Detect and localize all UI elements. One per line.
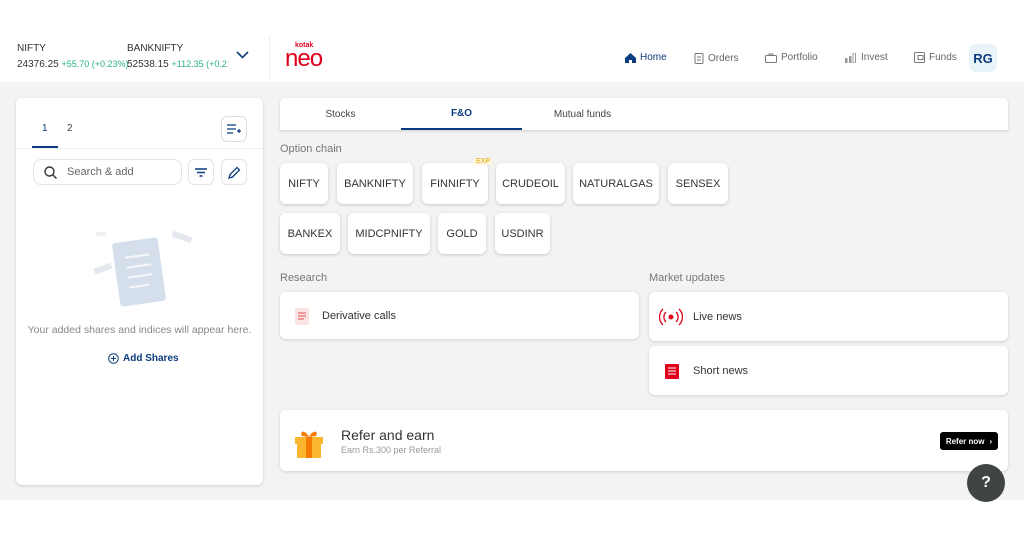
watchlist-tab-2[interactable]: 2 bbox=[67, 123, 73, 134]
index-value: 24376.25 bbox=[17, 59, 59, 70]
live-news-label: Live news bbox=[693, 310, 742, 323]
nav-label: Invest bbox=[861, 52, 888, 63]
list-add-icon bbox=[227, 124, 241, 134]
refer-earn-card: Refer and earn Earn Rs.300 per Referral … bbox=[280, 410, 1008, 471]
index-banknifty[interactable]: BANKNIFTY 52538.15 +112.35 (+0.21% bbox=[127, 43, 228, 70]
tab-stocks[interactable]: Stocks bbox=[280, 98, 401, 130]
search-input[interactable]: Search & add bbox=[33, 159, 182, 185]
wallet-icon bbox=[914, 52, 925, 63]
nav-label: Home bbox=[640, 52, 667, 63]
empty-watchlist-illustration bbox=[93, 230, 193, 307]
chip-nifty[interactable]: NIFTY bbox=[280, 163, 328, 204]
chevron-right-icon: › bbox=[989, 436, 993, 446]
chip-sensex[interactable]: SENSEX bbox=[668, 163, 728, 204]
bars-icon bbox=[845, 52, 856, 63]
index-name: BANKNIFTY bbox=[127, 43, 184, 54]
top-header: NIFTY 24376.25 +55.70 (+0.23%) BANKNIFTY… bbox=[0, 0, 1024, 82]
chevron-down-icon[interactable] bbox=[236, 48, 249, 62]
index-change: +55.70 (+0.23%) bbox=[61, 59, 129, 69]
divider bbox=[269, 36, 270, 80]
logo-name: neo bbox=[285, 45, 323, 72]
search-icon bbox=[44, 165, 57, 179]
refer-now-label: Refer now bbox=[945, 436, 985, 446]
refer-subtitle: Earn Rs.300 per Referral bbox=[341, 445, 442, 455]
chip-finnifty[interactable]: FINNIFTY bbox=[422, 163, 488, 204]
short-news-card[interactable]: Short news bbox=[649, 346, 1008, 395]
chip-gold[interactable]: GOLD bbox=[438, 213, 486, 254]
filter-icon bbox=[195, 167, 207, 177]
gift-icon bbox=[295, 431, 323, 458]
expiry-badge: EXP bbox=[474, 158, 493, 165]
nav-invest[interactable]: Invest bbox=[845, 52, 888, 63]
index-value: 52538.15 bbox=[127, 59, 169, 70]
chip-bankex[interactable]: BANKEX bbox=[280, 213, 340, 254]
clipboard-icon bbox=[694, 53, 704, 64]
watchlist-tab-1[interactable]: 1 bbox=[42, 123, 48, 134]
chip-banknifty[interactable]: BANKNIFTY bbox=[337, 163, 413, 204]
tab-mutual-funds[interactable]: Mutual funds bbox=[522, 98, 643, 130]
add-watchlist-button[interactable] bbox=[221, 116, 247, 142]
live-news-card[interactable]: Live news bbox=[649, 292, 1008, 341]
derivative-calls-card[interactable]: Derivative calls bbox=[280, 292, 639, 339]
option-chain-heading: Option chain bbox=[280, 143, 342, 155]
refer-title: Refer and earn bbox=[341, 427, 435, 443]
research-doc-icon bbox=[295, 307, 309, 325]
index-nifty[interactable]: NIFTY 24376.25 +55.70 (+0.23%) bbox=[17, 43, 129, 70]
help-button[interactable]: ? bbox=[967, 464, 1005, 502]
chip-usdinr[interactable]: USDINR bbox=[495, 213, 550, 254]
newspaper-icon bbox=[665, 363, 679, 379]
avatar[interactable]: RG bbox=[969, 44, 997, 72]
chip-midcpnifty[interactable]: MIDCPNIFTY bbox=[348, 213, 430, 254]
empty-state-text: Your added shares and indices will appea… bbox=[27, 324, 252, 336]
chip-naturalgas[interactable]: NATURALGAS bbox=[573, 163, 659, 204]
filter-button[interactable] bbox=[188, 159, 214, 185]
add-shares-label: Add Shares bbox=[123, 353, 179, 364]
chip-crudeoil[interactable]: CRUDEOIL bbox=[496, 163, 565, 204]
home-icon bbox=[625, 52, 636, 63]
nav-home[interactable]: Home bbox=[625, 52, 667, 63]
edit-button[interactable] bbox=[221, 159, 247, 185]
tab-fno[interactable]: F&O bbox=[401, 98, 522, 130]
research-heading: Research bbox=[280, 272, 328, 284]
nav-label: Portfolio bbox=[781, 52, 818, 63]
market-updates-heading: Market updates bbox=[649, 272, 725, 284]
plus-circle-icon bbox=[108, 353, 119, 364]
add-shares-link[interactable]: Add Shares bbox=[108, 353, 179, 364]
nav-portfolio[interactable]: Portfolio bbox=[765, 52, 818, 63]
index-name: NIFTY bbox=[17, 43, 46, 54]
nav-label: Orders bbox=[708, 52, 739, 64]
short-news-label: Short news bbox=[693, 364, 749, 377]
briefcase-icon bbox=[765, 53, 777, 63]
nav-orders[interactable]: Orders bbox=[694, 52, 739, 64]
nav-label: Funds bbox=[929, 52, 957, 63]
search-placeholder: Search & add bbox=[67, 166, 134, 178]
nav-funds[interactable]: Funds bbox=[914, 52, 957, 63]
broadcast-icon bbox=[659, 308, 683, 325]
derivative-calls-label: Derivative calls bbox=[322, 309, 396, 322]
divider bbox=[16, 148, 263, 149]
kotak-neo-logo[interactable]: kotak neo bbox=[285, 42, 323, 72]
refer-now-button[interactable]: Refer now › bbox=[940, 432, 998, 450]
pencil-icon bbox=[227, 166, 240, 179]
watchlist-panel: 1 2 Search & add Your added shares and i… bbox=[16, 98, 263, 485]
index-change: +112.35 (+0.21% bbox=[171, 59, 229, 69]
